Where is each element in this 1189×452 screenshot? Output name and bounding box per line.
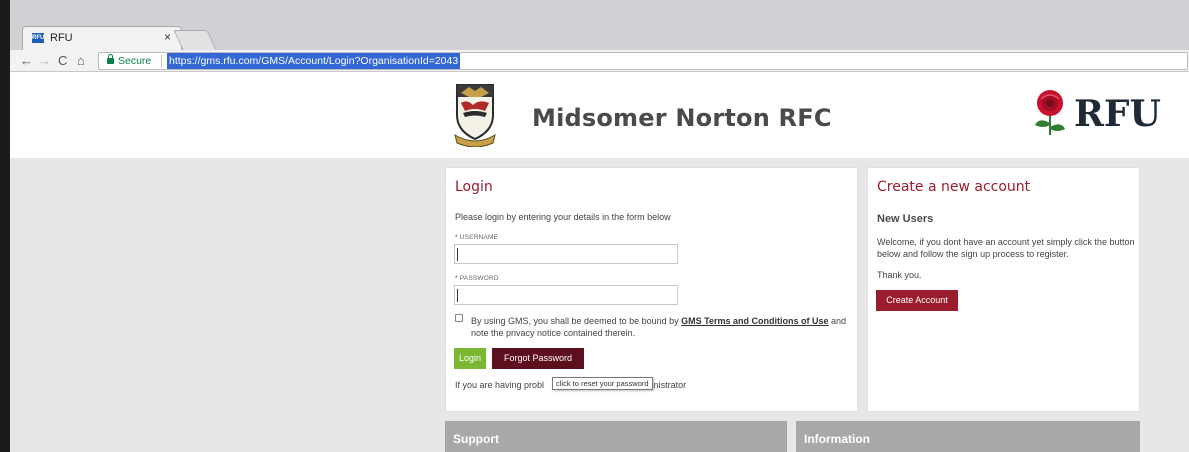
create-account-title: Create a new account	[877, 179, 1031, 195]
new-users-heading: New Users	[877, 213, 934, 225]
terms-checkbox[interactable]	[455, 314, 463, 322]
username-field[interactable]	[454, 244, 678, 264]
terms-text: By using GMS, you shall be deemed to be …	[471, 316, 847, 338]
information-panel: Information	[796, 421, 1140, 452]
forward-arrow-icon[interactable]: →	[38, 52, 51, 70]
forgot-password-button[interactable]: Forgot Password	[492, 348, 584, 369]
secure-label: Secure	[118, 55, 152, 67]
rfu-favicon-icon: RFU	[32, 33, 45, 43]
club-name: Midsomer Norton RFC	[532, 104, 832, 132]
back-arrow-icon[interactable]: ←	[20, 52, 33, 70]
text-caret	[457, 248, 458, 261]
window-edge	[0, 0, 10, 452]
address-bar[interactable]: Secure https://gms.rfu.com/GMS/Account/L…	[98, 52, 1188, 70]
text-caret	[457, 289, 458, 302]
create-account-button[interactable]: Create Account	[876, 290, 958, 311]
login-button[interactable]: Login	[454, 348, 486, 369]
support-panel: Support	[445, 421, 787, 452]
create-account-panel: Create a new account New Users Welcome, …	[867, 167, 1140, 412]
welcome-text: Welcome, if you dont have an account yet…	[877, 237, 1135, 259]
address-separator	[161, 55, 162, 67]
reload-icon[interactable]: C	[58, 52, 67, 70]
login-intro: Please login by entering your details in…	[455, 212, 671, 222]
username-label: * USERNAME	[455, 234, 499, 241]
browser-tab[interactable]: RFU RFU ×	[22, 26, 182, 50]
rfu-rose-icon	[1035, 90, 1065, 135]
browser-toolbar: ← → C ⌂ Secure https://gms.rfu.com/GMS/A…	[10, 50, 1189, 72]
support-heading: Support	[453, 432, 499, 446]
home-icon[interactable]: ⌂	[77, 52, 85, 70]
rfu-logo-text: RFU	[1074, 93, 1161, 135]
terms-link[interactable]: GMS Terms and Conditions of Use	[681, 316, 828, 326]
page-header: Midsomer Norton RFC RFU	[10, 73, 1189, 158]
lock-icon	[107, 54, 114, 65]
thanks-text: Thank you.	[877, 270, 922, 280]
login-panel: Login Please login by entering your deta…	[445, 167, 858, 412]
main-content: Login Please login by entering your deta…	[10, 158, 1189, 452]
password-label: * PASSWORD	[455, 275, 499, 282]
forgot-password-tooltip: click to reset your password	[552, 377, 653, 390]
close-tab-icon[interactable]: ×	[164, 30, 171, 44]
club-crest-logo	[454, 84, 496, 147]
browser-tab-bar: RFU RFU ×	[10, 0, 1189, 50]
login-title: Login	[455, 179, 493, 195]
tab-title: RFU	[50, 32, 73, 44]
information-heading: Information	[804, 432, 870, 446]
password-field[interactable]	[454, 285, 678, 305]
url-text[interactable]: https://gms.rfu.com/GMS/Account/Login?Or…	[167, 53, 461, 69]
